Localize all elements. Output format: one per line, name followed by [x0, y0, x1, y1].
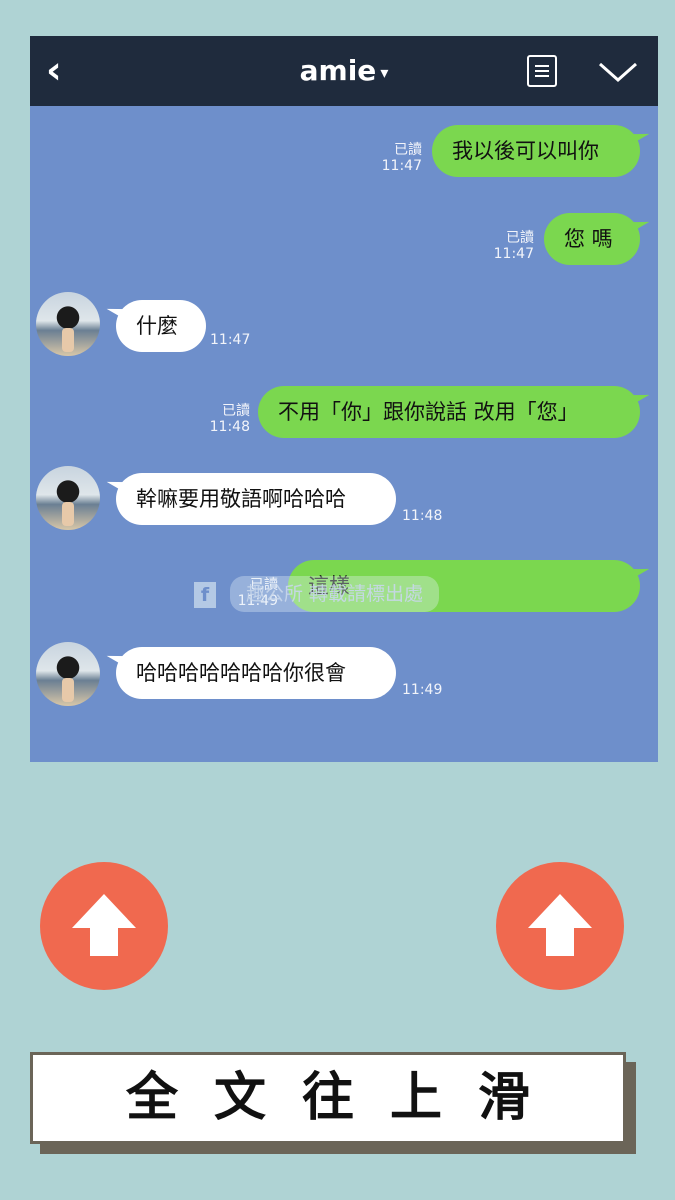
watermark-text: 趣公所 轉載請標出處 [230, 576, 440, 612]
chevron-down-icon[interactable] [598, 60, 638, 84]
message-bubble-incoming[interactable]: 哈哈哈哈哈哈哈你很會 [116, 647, 396, 699]
message-read-status: 已讀 11:48 [209, 403, 250, 435]
chat-header: ‹ amie ▾ [30, 36, 658, 106]
message-bubble-incoming[interactable]: 幹嘛要用敬語啊哈哈哈 [116, 473, 396, 525]
facebook-icon: f [194, 581, 216, 608]
message-bubble-incoming[interactable]: 什麼 [116, 300, 206, 352]
contact-avatar[interactable] [36, 642, 100, 706]
scroll-up-banner[interactable]: 全文往上滑 [30, 1052, 626, 1144]
scroll-up-button-right[interactable] [496, 862, 624, 990]
contact-name: amie [299, 54, 377, 87]
watermark: f 趣公所 轉載請標出處 [170, 576, 500, 612]
scroll-up-button-left[interactable] [40, 862, 168, 990]
message-time: 11:48 [402, 508, 443, 524]
contact-avatar[interactable] [36, 292, 100, 356]
message-time: 11:49 [402, 682, 443, 698]
chat-title[interactable]: amie ▾ [30, 54, 658, 87]
contact-avatar[interactable] [36, 466, 100, 530]
arrow-up-icon [72, 894, 136, 956]
arrow-up-icon [528, 894, 592, 956]
message-bubble-outgoing[interactable]: 不用「你」跟你說話 改用「您」 [258, 386, 640, 438]
message-bubble-outgoing[interactable]: 您 嗎 [544, 213, 640, 265]
title-caret-icon: ▾ [380, 62, 389, 82]
message-read-status: 已讀 11:47 [493, 230, 534, 262]
message-bubble-outgoing[interactable]: 我以後可以叫你 [432, 125, 640, 177]
message-time: 11:47 [210, 332, 251, 348]
message-read-status: 已讀 11:47 [381, 142, 422, 174]
chat-screen: ‹ amie ▾ 已讀 11:47 我以後可以叫你 已讀 11:47 您 嗎 什麼 1… [30, 36, 658, 762]
list-menu-icon[interactable] [527, 55, 557, 87]
